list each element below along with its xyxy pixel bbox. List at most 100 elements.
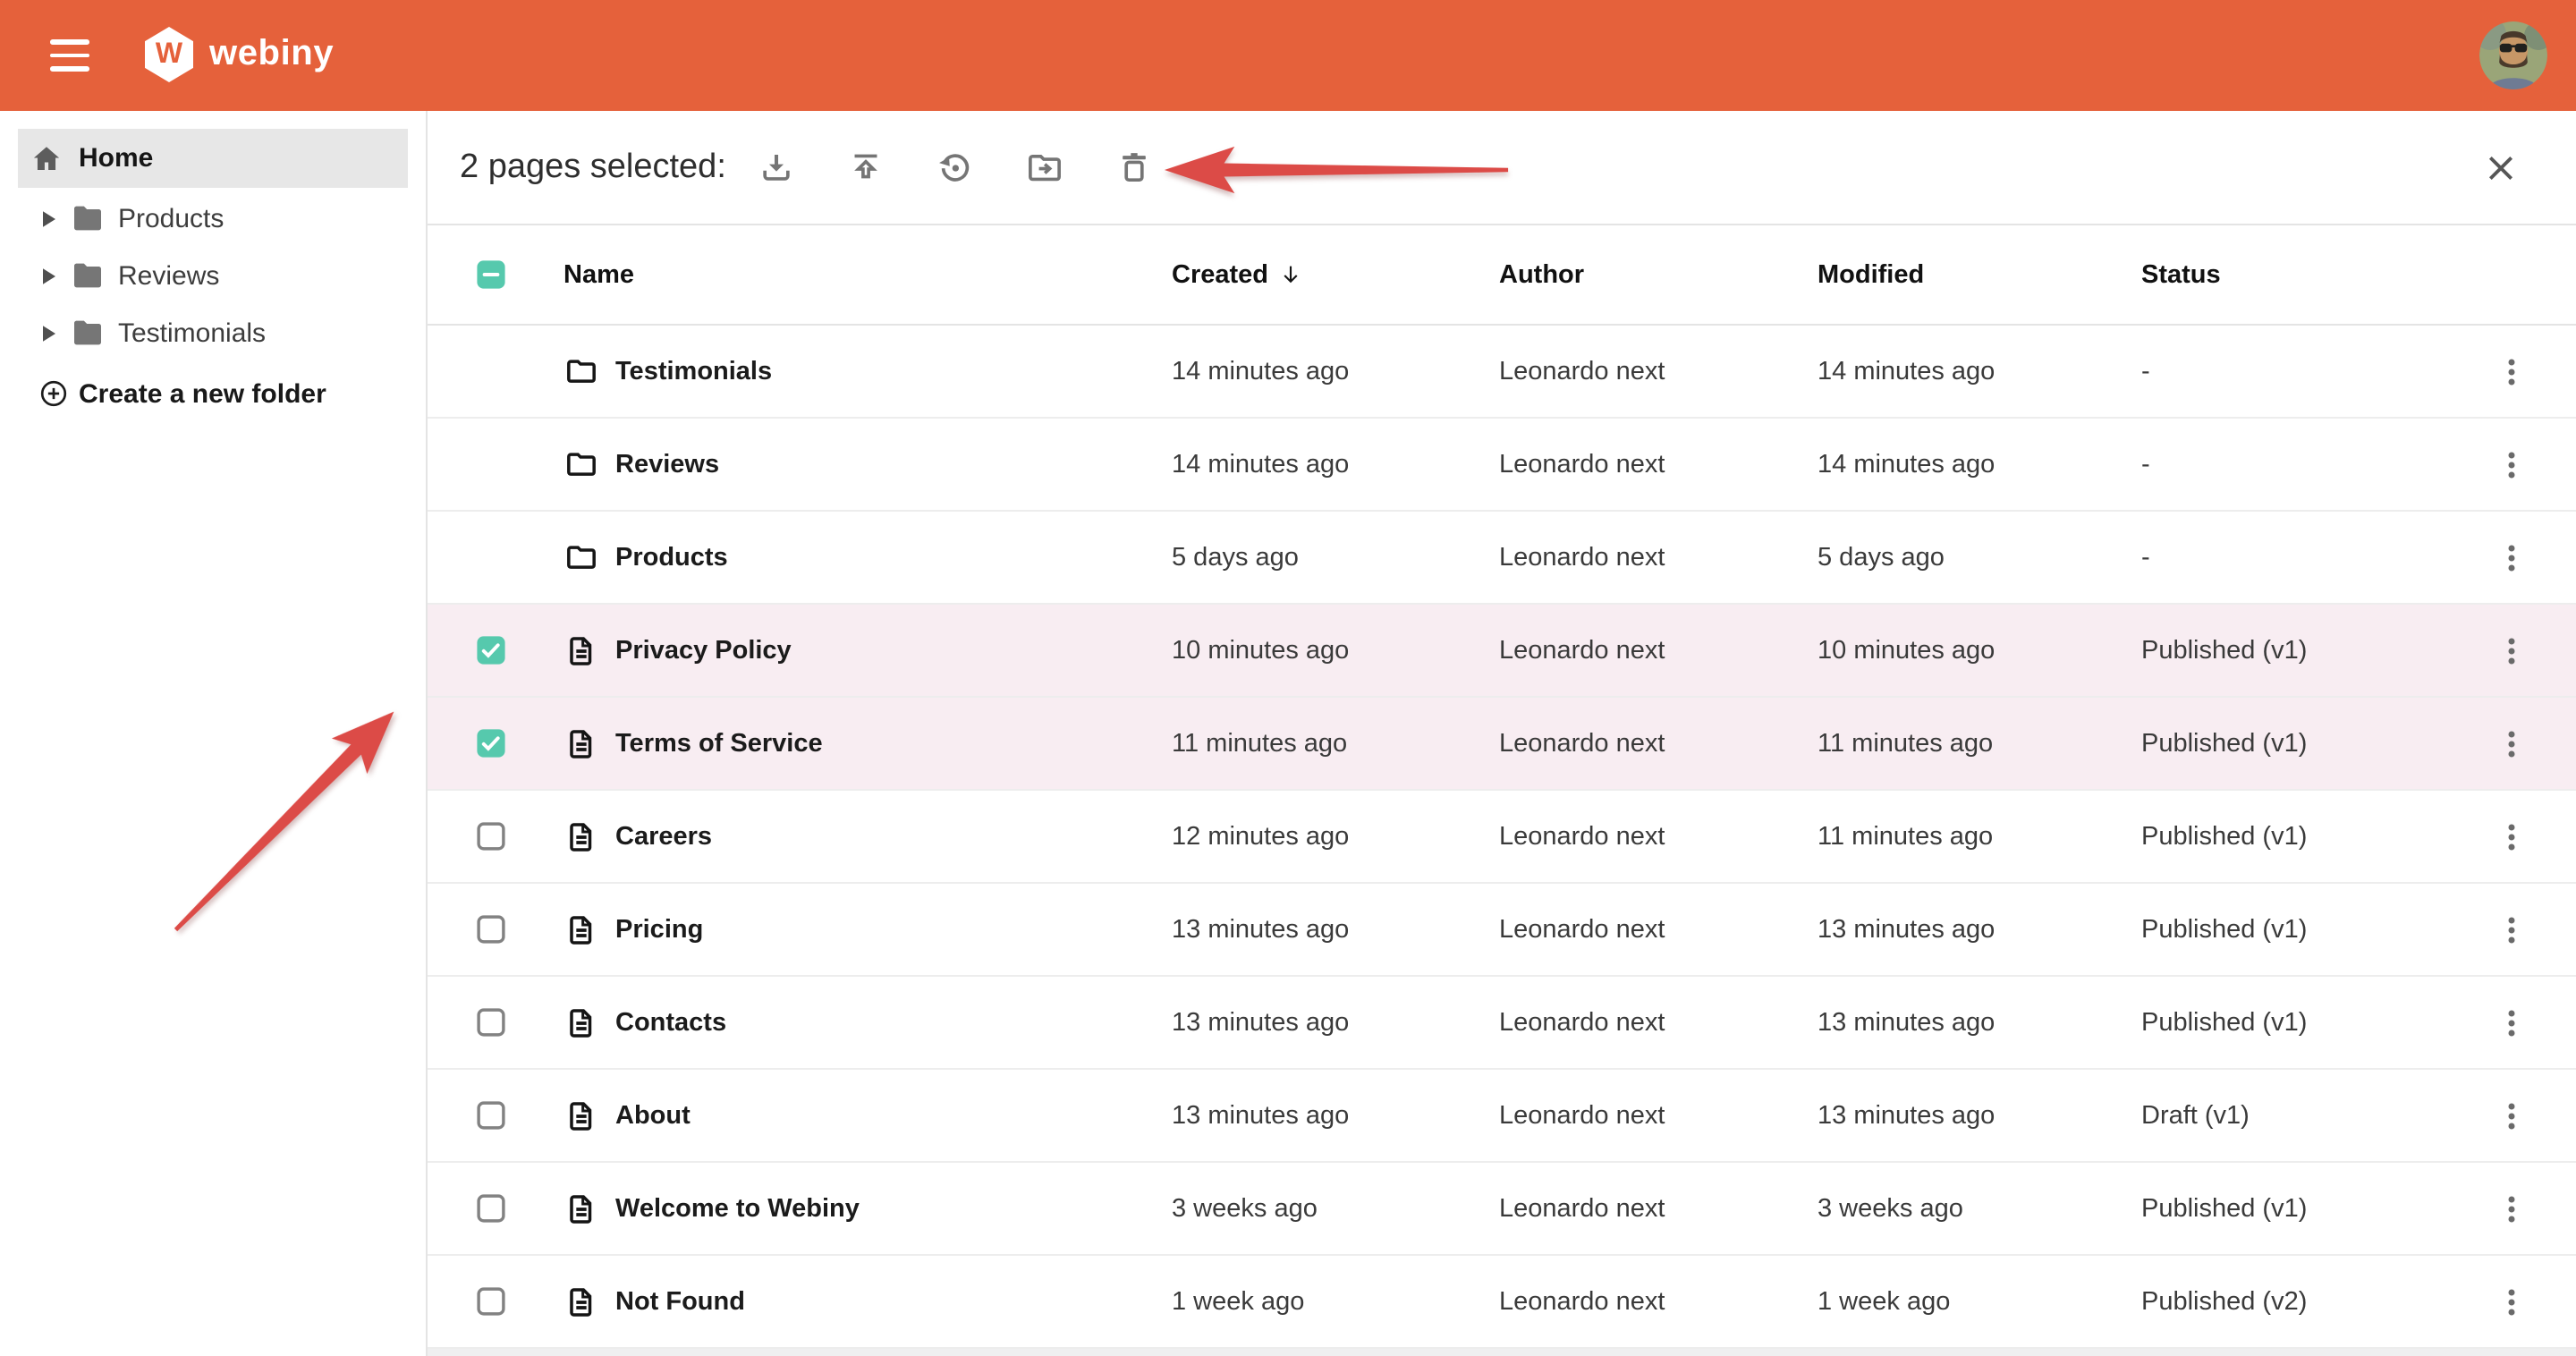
row-name[interactable]: Privacy Policy [615,636,792,665]
table-row[interactable]: Products 5 days ago Leonardo next 5 days… [428,512,2576,605]
trash-icon [1114,148,1154,187]
row-menu-button[interactable] [2489,1187,2532,1230]
row-status: Published (v2) [2141,1287,2445,1316]
folder-icon [564,446,599,482]
row-menu-button[interactable] [2489,722,2532,765]
row-name[interactable]: Not Found [615,1287,745,1316]
row-modified: 13 minutes ago [1818,1101,2141,1130]
select-all-checkbox[interactable] [476,259,506,290]
home-icon [30,142,63,174]
row-checkbox[interactable] [476,914,506,945]
row-name[interactable]: Pricing [615,915,703,944]
row-menu-button[interactable] [2489,908,2532,951]
menu-icon[interactable] [50,39,89,72]
row-name[interactable]: Careers [615,822,712,851]
table-row[interactable]: Reviews 14 minutes ago Leonardo next 14 … [428,419,2576,512]
row-author: Leonardo next [1499,1287,1818,1316]
sidebar-folder-label: Testimonials [118,318,266,348]
row-author: Leonardo next [1499,357,1818,386]
row-menu-button[interactable] [2489,629,2532,672]
row-checkbox[interactable] [476,1007,506,1038]
row-status: - [2141,450,2445,479]
row-modified: 11 minutes ago [1818,729,2141,758]
folder-icon [564,353,599,389]
page-icon [564,911,599,947]
caret-right-icon[interactable] [43,325,55,341]
table-row[interactable]: Testimonials 14 minutes ago Leonardo nex… [428,326,2576,419]
selection-count-label: 2 pages selected: [460,148,726,187]
caret-right-icon[interactable] [43,267,55,284]
row-menu-button[interactable] [2489,536,2532,579]
sidebar-item-home[interactable]: Home [18,129,408,188]
row-checkbox[interactable] [476,821,506,852]
row-menu-button[interactable] [2489,1280,2532,1323]
row-menu-button[interactable] [2489,350,2532,393]
column-header-created[interactable]: Created [1172,260,1499,289]
page-icon [564,1191,599,1226]
download-selected-button[interactable] [755,146,798,189]
row-name[interactable]: Welcome to Webiny [615,1194,860,1223]
row-checkbox[interactable] [476,1286,506,1317]
row-checkbox[interactable] [476,1100,506,1131]
row-modified: 13 minutes ago [1818,915,2141,944]
row-created: 10 minutes ago [1172,636,1499,665]
row-status: Draft (v1) [2141,1101,2445,1130]
row-status: - [2141,357,2445,386]
row-checkbox[interactable] [476,728,506,759]
table-body: Testimonials 14 minutes ago Leonardo nex… [428,326,2576,1349]
export-selected-button[interactable] [844,146,887,189]
row-status: Published (v1) [2141,915,2445,944]
sidebar-folder-products[interactable]: Products [0,190,426,247]
table-row[interactable]: About 13 minutes ago Leonardo next 13 mi… [428,1070,2576,1163]
column-header-author[interactable]: Author [1499,260,1818,289]
table-row[interactable]: Welcome to Webiny 3 weeks ago Leonardo n… [428,1163,2576,1256]
user-avatar[interactable] [2479,21,2547,89]
row-checkbox[interactable] [476,635,506,665]
row-menu-button[interactable] [2489,1094,2532,1137]
row-checkbox[interactable] [476,1193,506,1224]
webiny-page-manager: W webiny Home ProductsReviewsTestimoni [0,0,2576,1356]
row-name[interactable]: Testimonials [615,357,772,386]
row-name[interactable]: Reviews [615,450,719,479]
caret-right-icon[interactable] [43,210,55,226]
table-bottom-edge [428,1349,2576,1356]
row-name[interactable]: Products [615,543,728,572]
top-app-bar: W webiny [0,0,2576,111]
page-icon [564,818,599,854]
table-row[interactable]: Pricing 13 minutes ago Leonardo next 13 … [428,884,2576,977]
close-selection-button[interactable] [2479,146,2522,189]
row-created: 14 minutes ago [1172,357,1499,386]
restore-selected-button[interactable] [934,146,977,189]
publish-icon [846,148,886,187]
table-row[interactable]: Careers 12 minutes ago Leonardo next 11 … [428,791,2576,884]
move-selected-button[interactable] [1023,146,1066,189]
row-menu-button[interactable] [2489,443,2532,486]
table-header: Name Created Author Modified Status [428,225,2576,326]
sort-descending-icon [1277,261,1304,288]
sidebar-folder-testimonials[interactable]: Testimonials [0,304,426,361]
page-icon [564,1004,599,1040]
column-header-status[interactable]: Status [2141,260,2445,289]
table-row[interactable]: Terms of Service 11 minutes ago Leonardo… [428,698,2576,791]
row-menu-button[interactable] [2489,815,2532,858]
table-row[interactable]: Not Found 1 week ago Leonardo next 1 wee… [428,1256,2576,1349]
brand-wordmark: webiny [209,34,334,75]
create-folder-button[interactable]: Create a new folder [39,365,326,422]
row-status: Published (v1) [2141,729,2445,758]
table-row[interactable]: Privacy Policy 10 minutes ago Leonardo n… [428,605,2576,698]
column-header-modified[interactable]: Modified [1818,260,2141,289]
delete-selected-button[interactable] [1113,146,1156,189]
folder-icon [70,258,106,293]
row-name[interactable]: Terms of Service [615,729,823,758]
row-name[interactable]: About [615,1101,691,1130]
row-name[interactable]: Contacts [615,1008,726,1037]
column-header-name[interactable]: Name [546,260,1172,289]
row-menu-button[interactable] [2489,1001,2532,1044]
page-icon [564,1284,599,1319]
webiny-logo[interactable]: W webiny [145,27,334,82]
row-author: Leonardo next [1499,1194,1818,1223]
row-author: Leonardo next [1499,543,1818,572]
table-row[interactable]: Contacts 13 minutes ago Leonardo next 13… [428,977,2576,1070]
row-author: Leonardo next [1499,822,1818,851]
sidebar-folder-reviews[interactable]: Reviews [0,247,426,304]
